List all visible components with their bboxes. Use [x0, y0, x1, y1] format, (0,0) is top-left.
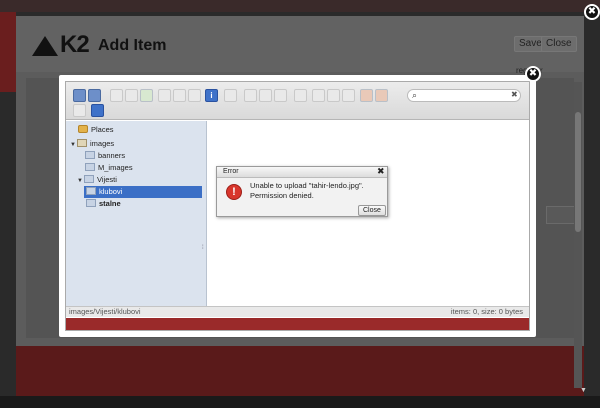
- up-folder-icon[interactable]: [110, 89, 123, 102]
- error-message: Unable to upload "tahir-lendo.jpg". Perm…: [250, 181, 384, 201]
- tree-item-label: Places: [91, 125, 114, 134]
- outer-modal-close-icon[interactable]: ✖: [584, 4, 600, 20]
- modal-scrollbar[interactable]: [574, 82, 582, 388]
- error-dialog: Error ✖ ! Unable to upload "tahir-lendo.…: [216, 166, 388, 217]
- help-icon[interactable]: [91, 104, 104, 117]
- error-close-button[interactable]: Close: [358, 205, 386, 216]
- form-field[interactable]: [546, 206, 576, 224]
- status-info: items: 0, size: 0 bytes: [450, 307, 523, 316]
- error-dialog-close-icon[interactable]: ✖: [377, 166, 385, 177]
- file-manager-frame: i ⌕ ✖ Places ▼ images banners M_images ▼…: [59, 75, 536, 337]
- folder-icon: [77, 139, 87, 147]
- rename-icon[interactable]: [327, 89, 340, 102]
- duplicate-icon[interactable]: [312, 89, 325, 102]
- places-icon: [78, 125, 88, 133]
- reload-icon[interactable]: [125, 89, 138, 102]
- edit-icon[interactable]: [342, 89, 355, 102]
- tree-item-places[interactable]: Places: [78, 124, 114, 136]
- status-path: images/Vijesti/klubovi: [69, 307, 141, 316]
- error-dialog-header: Error ✖: [217, 166, 387, 178]
- tree-item-stalne[interactable]: stalne: [86, 198, 121, 210]
- info-icon[interactable]: i: [205, 89, 218, 102]
- search-clear-icon[interactable]: ✖: [511, 90, 518, 99]
- save-file-icon[interactable]: [173, 89, 186, 102]
- copy-icon[interactable]: [244, 89, 257, 102]
- folder-icon: [86, 199, 96, 207]
- search-icon: ⌕: [412, 90, 418, 100]
- backdrop-red-strip: [0, 12, 16, 92]
- tree-item-images[interactable]: ▼ images: [70, 138, 114, 150]
- folder-icon: [84, 175, 94, 183]
- search-input[interactable]: [422, 91, 508, 101]
- delete-icon[interactable]: [294, 89, 307, 102]
- forward-icon[interactable]: [88, 89, 101, 102]
- tree-item-label: stalne: [99, 199, 121, 208]
- red-image-area: [16, 346, 584, 396]
- error-message-line: Permission denied.: [250, 191, 314, 200]
- paste-icon[interactable]: [274, 89, 287, 102]
- error-icon: !: [226, 184, 242, 200]
- tree-item-klubovi[interactable]: klubovi: [84, 186, 202, 198]
- select-icon[interactable]: [188, 89, 201, 102]
- error-dialog-title: Error: [223, 168, 239, 175]
- k2-header: K2 Add Item Save Close: [16, 16, 584, 72]
- tree-resize-handle-icon[interactable]: ⁞: [202, 245, 204, 251]
- page-title: Add Item: [98, 37, 167, 54]
- file-manager-toolbar: i ⌕ ✖: [66, 82, 529, 120]
- folder-icon: [86, 187, 96, 195]
- tree-item-label: M_images: [98, 163, 133, 172]
- icons-view-icon[interactable]: [73, 104, 86, 117]
- file-manager-close-icon[interactable]: ✖: [525, 66, 541, 82]
- open-icon[interactable]: [158, 89, 171, 102]
- tree-item-label: images: [90, 139, 115, 148]
- k2-logo: K2: [32, 31, 98, 58]
- k2-logo-text: K2: [60, 31, 90, 58]
- tree-item-m-images[interactable]: M_images: [85, 162, 133, 174]
- extract-icon[interactable]: [360, 89, 373, 102]
- file-manager-bottom-strip: [66, 318, 529, 330]
- tree-item-vijesti[interactable]: ▼ Vijesti: [77, 174, 117, 186]
- folder-tree: Places ▼ images banners M_images ▼ Vijesti…: [66, 121, 207, 306]
- folder-icon: [85, 163, 95, 171]
- home-icon[interactable]: [140, 89, 153, 102]
- view-icon[interactable]: [224, 89, 237, 102]
- search-box[interactable]: ⌕ ✖: [407, 89, 521, 102]
- k2-logo-mark-icon: [32, 36, 58, 56]
- error-message-line: Unable to upload "tahir-lendo.jpg".: [250, 181, 364, 190]
- tree-item-label: klubovi: [99, 187, 123, 196]
- backdrop-top: [0, 0, 600, 12]
- expand-arrow-icon[interactable]: ▼: [77, 175, 84, 187]
- archive-icon[interactable]: [375, 89, 388, 102]
- close-button[interactable]: Close: [541, 36, 577, 52]
- expand-arrow-icon[interactable]: ▼: [70, 139, 77, 151]
- scroll-down-icon[interactable]: ▼: [580, 387, 587, 394]
- status-bar: images/Vijesti/klubovi items: 0, size: 0…: [66, 306, 529, 317]
- backdrop-bottom: [0, 396, 600, 408]
- scrollbar-thumb[interactable]: [575, 112, 581, 232]
- cut-icon[interactable]: [259, 89, 272, 102]
- folder-icon: [85, 151, 95, 159]
- tree-item-label: Vijesti: [97, 175, 117, 184]
- back-icon[interactable]: [73, 89, 86, 102]
- file-manager: i ⌕ ✖ Places ▼ images banners M_images ▼…: [65, 81, 530, 331]
- tree-item-banners[interactable]: banners: [85, 150, 125, 162]
- tree-item-label: banners: [98, 151, 126, 160]
